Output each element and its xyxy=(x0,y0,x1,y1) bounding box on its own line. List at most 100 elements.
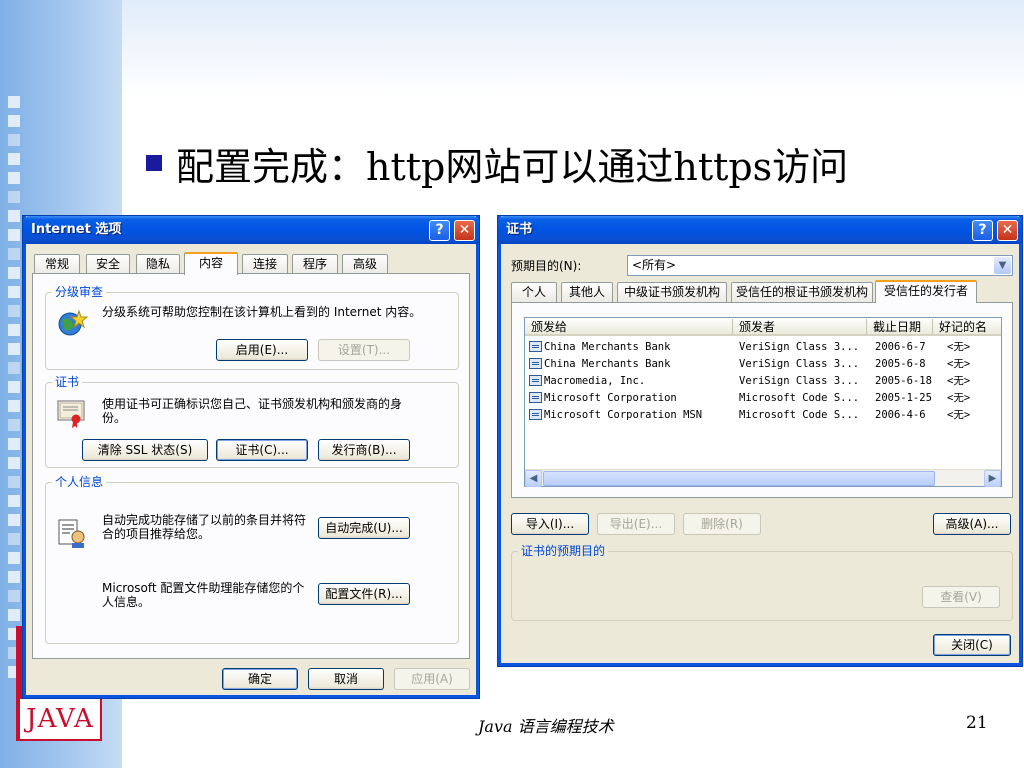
tab-trusted-root-ca[interactable]: 受信任的根证书颁发机构 xyxy=(731,282,873,302)
certificate-row-icon xyxy=(529,409,542,420)
profile-button[interactable]: 配置文件(R)... xyxy=(318,583,410,605)
cell-issued-to: Macromedia, Inc. xyxy=(529,373,729,390)
page-number: 21 xyxy=(966,713,988,733)
import-button[interactable]: 导入(I)... xyxy=(511,513,589,535)
clear-ssl-state-button[interactable]: 清除 SSL 状态(S) xyxy=(82,439,208,461)
java-logo: JAVA xyxy=(18,697,102,741)
certificates-button[interactable]: 证书(C)... xyxy=(216,439,308,461)
certificates-window-title: 证书 xyxy=(506,222,533,237)
autocomplete-button[interactable]: 自动完成(U)... xyxy=(318,517,410,539)
apply-button[interactable]: 应用(A) xyxy=(394,668,470,690)
slide-top-band xyxy=(122,0,1024,95)
cert-close-window-button[interactable]: ✕ xyxy=(997,220,1018,241)
content-advisor-description: 分级系统可帮助您控制在该计算机上看到的 Internet 内容。 xyxy=(102,305,422,319)
internet-options-titlebar[interactable]: Internet 选项 ? ✕ xyxy=(23,216,479,244)
cell-friendly: <无> xyxy=(947,341,971,353)
column-issued-to[interactable]: 颁发给 xyxy=(525,319,733,335)
cancel-button[interactable]: 取消 xyxy=(308,668,384,690)
tab-personal[interactable]: 个人 xyxy=(511,282,557,302)
personal-info-group: 个人信息 自动完成功能存储了以前的条目并将符合的项目推荐给您。 自动完成(U).… xyxy=(45,475,459,644)
cell-friendly: <无> xyxy=(947,392,971,404)
list-header: 颁发给 颁发者 截止日期 好记的名 xyxy=(525,318,1001,336)
purpose-label: 预期目的(N): xyxy=(511,259,582,273)
view-button[interactable]: 查看(V) xyxy=(922,586,1000,608)
purpose-dropdown[interactable]: <所有> ▼ xyxy=(627,255,1013,276)
cell-issued-by: Microsoft Code S... xyxy=(739,409,860,421)
table-row[interactable]: China Merchants Bank VeriSign Class 3...… xyxy=(525,339,1001,356)
globe-star-icon xyxy=(56,307,89,339)
autocomplete-icon xyxy=(56,517,88,549)
column-expiration[interactable]: 截止日期 xyxy=(867,319,933,335)
tab-privacy[interactable]: 隐私 xyxy=(136,254,180,274)
cell-expires: 2006-4-6 xyxy=(875,409,926,421)
close-button[interactable]: 关闭(C) xyxy=(933,634,1011,656)
certificate-row-icon xyxy=(529,341,542,352)
slide-title-text: 配置完成：http网站可以通过https访问 xyxy=(176,144,849,189)
cell-friendly: <无> xyxy=(947,409,971,421)
certificate-list[interactable]: 颁发给 颁发者 截止日期 好记的名 China Merchants Bank V… xyxy=(524,317,1002,487)
horizontal-scrollbar[interactable]: ◀ ▶ xyxy=(525,469,1001,487)
cell-issued-to: China Merchants Bank xyxy=(529,356,729,373)
close-window-button[interactable]: ✕ xyxy=(454,220,475,241)
cell-issued-by: VeriSign Class 3... xyxy=(739,375,860,387)
table-row[interactable]: Macromedia, Inc. VeriSign Class 3... 200… xyxy=(525,373,1001,390)
table-row[interactable]: Microsoft Corporation MSN Microsoft Code… xyxy=(525,407,1001,424)
cell-issued-by: Microsoft Code S... xyxy=(739,392,860,404)
column-friendly-name[interactable]: 好记的名 xyxy=(933,319,1003,335)
tab-security[interactable]: 安全 xyxy=(86,254,130,274)
profile-text: Microsoft 配置文件助理能存储您的个人信息。 xyxy=(102,581,305,609)
export-button[interactable]: 导出(E)... xyxy=(597,513,675,535)
cell-expires: 2005-6-8 xyxy=(875,358,926,370)
intended-purposes-label: 证书的预期目的 xyxy=(518,544,609,558)
cell-expires: 2006-6-7 xyxy=(875,341,926,353)
content-advisor-label: 分级审查 xyxy=(52,285,107,299)
cell-issued-to: Microsoft Corporation xyxy=(529,390,729,407)
remove-button[interactable]: 删除(R) xyxy=(683,513,761,535)
tab-trusted-publishers[interactable]: 受信任的发行者 xyxy=(875,280,977,303)
trusted-publishers-panel: 颁发给 颁发者 截止日期 好记的名 China Merchants Bank V… xyxy=(511,302,1013,498)
cert-help-button[interactable]: ? xyxy=(972,220,993,241)
ok-button[interactable]: 确定 xyxy=(222,668,298,690)
table-row[interactable]: China Merchants Bank VeriSign Class 3...… xyxy=(525,356,1001,373)
help-button[interactable]: ? xyxy=(429,220,450,241)
cell-issued-by: VeriSign Class 3... xyxy=(739,358,860,370)
certificate-row-icon xyxy=(529,375,542,386)
tab-programs[interactable]: 程序 xyxy=(292,254,338,274)
content-tab-panel: 分级审查 分级系统可帮助您控制在该计算机上看到的 Internet 内容。 启用… xyxy=(32,273,470,659)
tab-content[interactable]: 内容 xyxy=(184,252,238,275)
table-row[interactable]: Microsoft Corporation Microsoft Code S..… xyxy=(525,390,1001,407)
tab-other-people[interactable]: 其他人 xyxy=(561,282,613,302)
cell-issued-by: VeriSign Class 3... xyxy=(739,341,860,353)
scroll-left-icon[interactable]: ◀ xyxy=(525,470,542,487)
window-title: Internet 选项 xyxy=(31,222,122,237)
certificate-row-icon xyxy=(529,358,542,369)
cell-friendly: <无> xyxy=(947,375,971,387)
advanced-button[interactable]: 高级(A)... xyxy=(933,513,1011,535)
scroll-right-icon[interactable]: ▶ xyxy=(984,470,1001,487)
certificates-titlebar[interactable]: 证书 ? ✕ xyxy=(498,216,1022,244)
tab-strip: 常规 安全 隐私 内容 连接 程序 高级 xyxy=(32,252,472,275)
internet-options-window: Internet 选项 ? ✕ 常规 安全 隐私 内容 连接 程序 高级 分级审… xyxy=(23,216,479,698)
slide-title: 配置完成：http网站可以通过https访问 xyxy=(146,135,848,191)
purpose-value: <所有> xyxy=(632,258,677,272)
settings-button[interactable]: 设置(T)... xyxy=(318,339,410,361)
cell-expires: 2005-1-25 xyxy=(875,392,932,404)
publishers-button[interactable]: 发行商(B)... xyxy=(318,439,410,461)
intended-purposes-group: 证书的预期目的 查看(V) xyxy=(511,544,1013,621)
enable-button[interactable]: 启用(E)... xyxy=(216,339,308,361)
certificates-description: 使用证书可正确标识您自己、证书颁发机构和颁发商的身份。 xyxy=(102,397,403,425)
certificates-label: 证书 xyxy=(52,375,83,389)
cell-friendly: <无> xyxy=(947,358,971,370)
autocomplete-text: 自动完成功能存储了以前的条目并将符合的项目推荐给您。 xyxy=(102,513,307,541)
tab-advanced[interactable]: 高级 xyxy=(342,254,388,274)
cell-issued-to: China Merchants Bank xyxy=(529,339,729,356)
certificates-group: 证书 使用证书可正确标识您自己、证书颁发机构和颁发商的身份。 清除 SSL 状态… xyxy=(45,375,459,468)
tab-intermediate-ca[interactable]: 中级证书颁发机构 xyxy=(617,282,727,302)
chevron-down-icon[interactable]: ▼ xyxy=(994,257,1011,274)
column-issued-by[interactable]: 颁发者 xyxy=(733,319,867,335)
tab-general[interactable]: 常规 xyxy=(34,254,80,274)
personal-info-label: 个人信息 xyxy=(52,475,107,489)
certificate-row-icon xyxy=(529,392,542,403)
tab-connections[interactable]: 连接 xyxy=(242,254,288,274)
scroll-thumb[interactable] xyxy=(543,471,935,486)
